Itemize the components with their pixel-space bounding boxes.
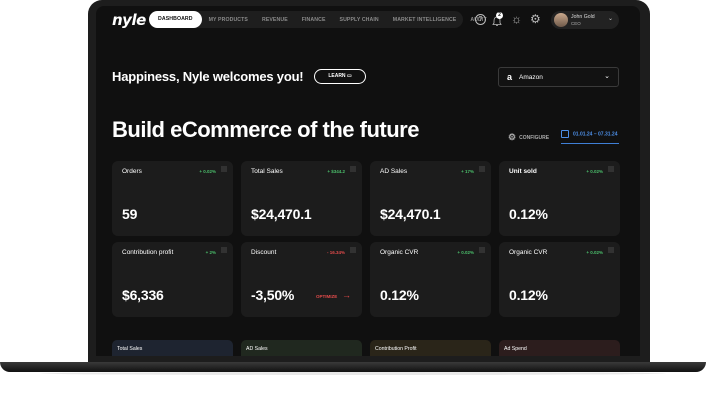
- drag-handle-icon[interactable]: [350, 247, 356, 253]
- tab-dashboard[interactable]: DASHBOARD: [149, 11, 202, 28]
- gear-icon[interactable]: ⚙: [530, 12, 541, 26]
- metric-value: 59: [122, 206, 138, 222]
- metric-title: Discount: [251, 249, 277, 256]
- drag-handle-icon[interactable]: [479, 247, 485, 253]
- gear-icon: ⚙: [508, 132, 517, 142]
- user-name: John Gold: [571, 14, 595, 20]
- chevron-down-icon: ⌄: [608, 16, 614, 22]
- notification-badge: 2: [496, 12, 503, 19]
- metric-card-orders[interactable]: Orders + 0.02% 59: [112, 161, 233, 236]
- metric-card-unit-sold[interactable]: Unit sold + 0.02% 0.12%: [499, 161, 620, 236]
- metric-card-organic-cvr[interactable]: Organic CVR + 0.02% 0.12%: [370, 242, 491, 317]
- metric-value: -3,50%: [251, 287, 295, 303]
- help-icon[interactable]: ?: [475, 14, 486, 25]
- metric-value: 0.12%: [509, 287, 548, 303]
- date-range-picker[interactable]: 01.01.24 – 07.31.24: [561, 130, 619, 144]
- welcome-title: Happiness, Nyle welcomes you!: [112, 69, 304, 84]
- page-headline: Build eCommerce of the future: [112, 117, 419, 142]
- store-select-value: Amazon: [519, 74, 543, 81]
- metric-value: 0.12%: [509, 206, 548, 222]
- drag-handle-icon[interactable]: [479, 166, 485, 172]
- metric-title: Contribution profit: [122, 249, 174, 256]
- metric-delta: + 17%: [461, 169, 474, 174]
- metric-delta: + $344.2: [327, 169, 345, 174]
- metric-value: $24,470.1: [380, 206, 441, 222]
- chart-card-title: Ad Spend: [504, 346, 527, 352]
- configure-label: CONFIGURE: [519, 134, 550, 141]
- learn-button[interactable]: LEARN ▭: [314, 69, 366, 84]
- date-range-label: 01.01.24 – 07.31.24: [573, 131, 618, 138]
- metric-delta: + 2%: [205, 250, 216, 255]
- drag-handle-icon[interactable]: [608, 166, 614, 172]
- metric-delta: + 0.02%: [586, 250, 603, 255]
- laptop-base: [0, 362, 706, 372]
- metric-delta: + 0.02%: [586, 169, 603, 174]
- metric-delta: + 0.02%: [457, 250, 474, 255]
- amazon-logo-icon: a: [507, 72, 513, 82]
- drag-handle-icon[interactable]: [221, 166, 227, 172]
- sun-icon[interactable]: ☼: [511, 12, 522, 26]
- app-screen: nyle DASHBOARD MY PRODUCTS REVENUE FINAN…: [96, 6, 640, 356]
- tab-finance[interactable]: FINANCE: [295, 17, 333, 23]
- optimize-link[interactable]: OPTIMIZE: [316, 294, 337, 299]
- bell-icon[interactable]: 2: [492, 12, 503, 26]
- arrow-right-icon[interactable]: →: [342, 290, 351, 300]
- metric-title: Organic CVR: [509, 249, 548, 256]
- chart-card-contribution-profit[interactable]: Contribution Profit: [370, 340, 491, 356]
- metric-title: Orders: [122, 168, 142, 175]
- chart-card-ad-sales[interactable]: AD Sales: [241, 340, 362, 356]
- nav-tabs: DASHBOARD MY PRODUCTS REVENUE FINANCE SU…: [149, 11, 487, 28]
- chart-card-ad-spend[interactable]: Ad Spend: [499, 340, 620, 356]
- metric-value: $6,336: [122, 287, 164, 303]
- top-nav: nyle DASHBOARD MY PRODUCTS REVENUE FINAN…: [96, 6, 640, 34]
- metric-value: $24,470.1: [251, 206, 312, 222]
- nyle-logo[interactable]: nyle: [112, 11, 146, 29]
- metric-card-total-sales[interactable]: Total Sales + $344.2 $24,470.1: [241, 161, 362, 236]
- user-role: CEO: [571, 21, 581, 26]
- metric-card-organic-cvr-2[interactable]: Organic CVR + 0.02% 0.12%: [499, 242, 620, 317]
- metric-delta: - 16.34%: [326, 250, 345, 255]
- learn-label: LEARN: [328, 73, 346, 79]
- configure-button[interactable]: ⚙ CONFIGURE: [508, 132, 549, 143]
- drag-handle-icon[interactable]: [608, 247, 614, 253]
- metric-card-contribution-profit[interactable]: Contribution profit + 2% $6,336: [112, 242, 233, 317]
- metric-value: 0.12%: [380, 287, 419, 303]
- tab-supply-chain[interactable]: SUPPLY CHAIN: [333, 17, 386, 23]
- tab-market-intelligence[interactable]: MARKET INTELLIGENCE: [386, 17, 464, 23]
- video-icon: ▭: [346, 73, 352, 79]
- chart-card-title: AD Sales: [246, 346, 268, 352]
- tab-my-products[interactable]: MY PRODUCTS: [202, 17, 255, 23]
- drag-handle-icon[interactable]: [350, 166, 356, 172]
- laptop-shadow: [40, 372, 666, 375]
- chart-card-title: Total Sales: [117, 346, 143, 352]
- metric-card-ad-sales[interactable]: AD Sales + 17% $24,470.1: [370, 161, 491, 236]
- calendar-icon: [561, 130, 569, 138]
- metric-title: Total Sales: [251, 168, 283, 175]
- metric-card-discount[interactable]: Discount - 16.34% -3,50% OPTIMIZE →: [241, 242, 362, 317]
- metric-title: Organic CVR: [380, 249, 419, 256]
- metric-delta: + 0.02%: [199, 169, 216, 174]
- chevron-down-icon: ⌄: [604, 73, 610, 80]
- chart-card-total-sales[interactable]: Total Sales: [112, 340, 233, 356]
- user-menu[interactable]: John Gold CEO ⌄: [551, 11, 619, 29]
- chart-card-title: Contribution Profit: [375, 346, 417, 352]
- tab-revenue[interactable]: REVENUE: [255, 17, 295, 23]
- drag-handle-icon[interactable]: [221, 247, 227, 253]
- store-select[interactable]: a Amazon ⌄: [498, 67, 619, 87]
- metric-title: AD Sales: [380, 168, 408, 175]
- metric-title: Unit sold: [509, 168, 537, 175]
- avatar: [554, 13, 568, 27]
